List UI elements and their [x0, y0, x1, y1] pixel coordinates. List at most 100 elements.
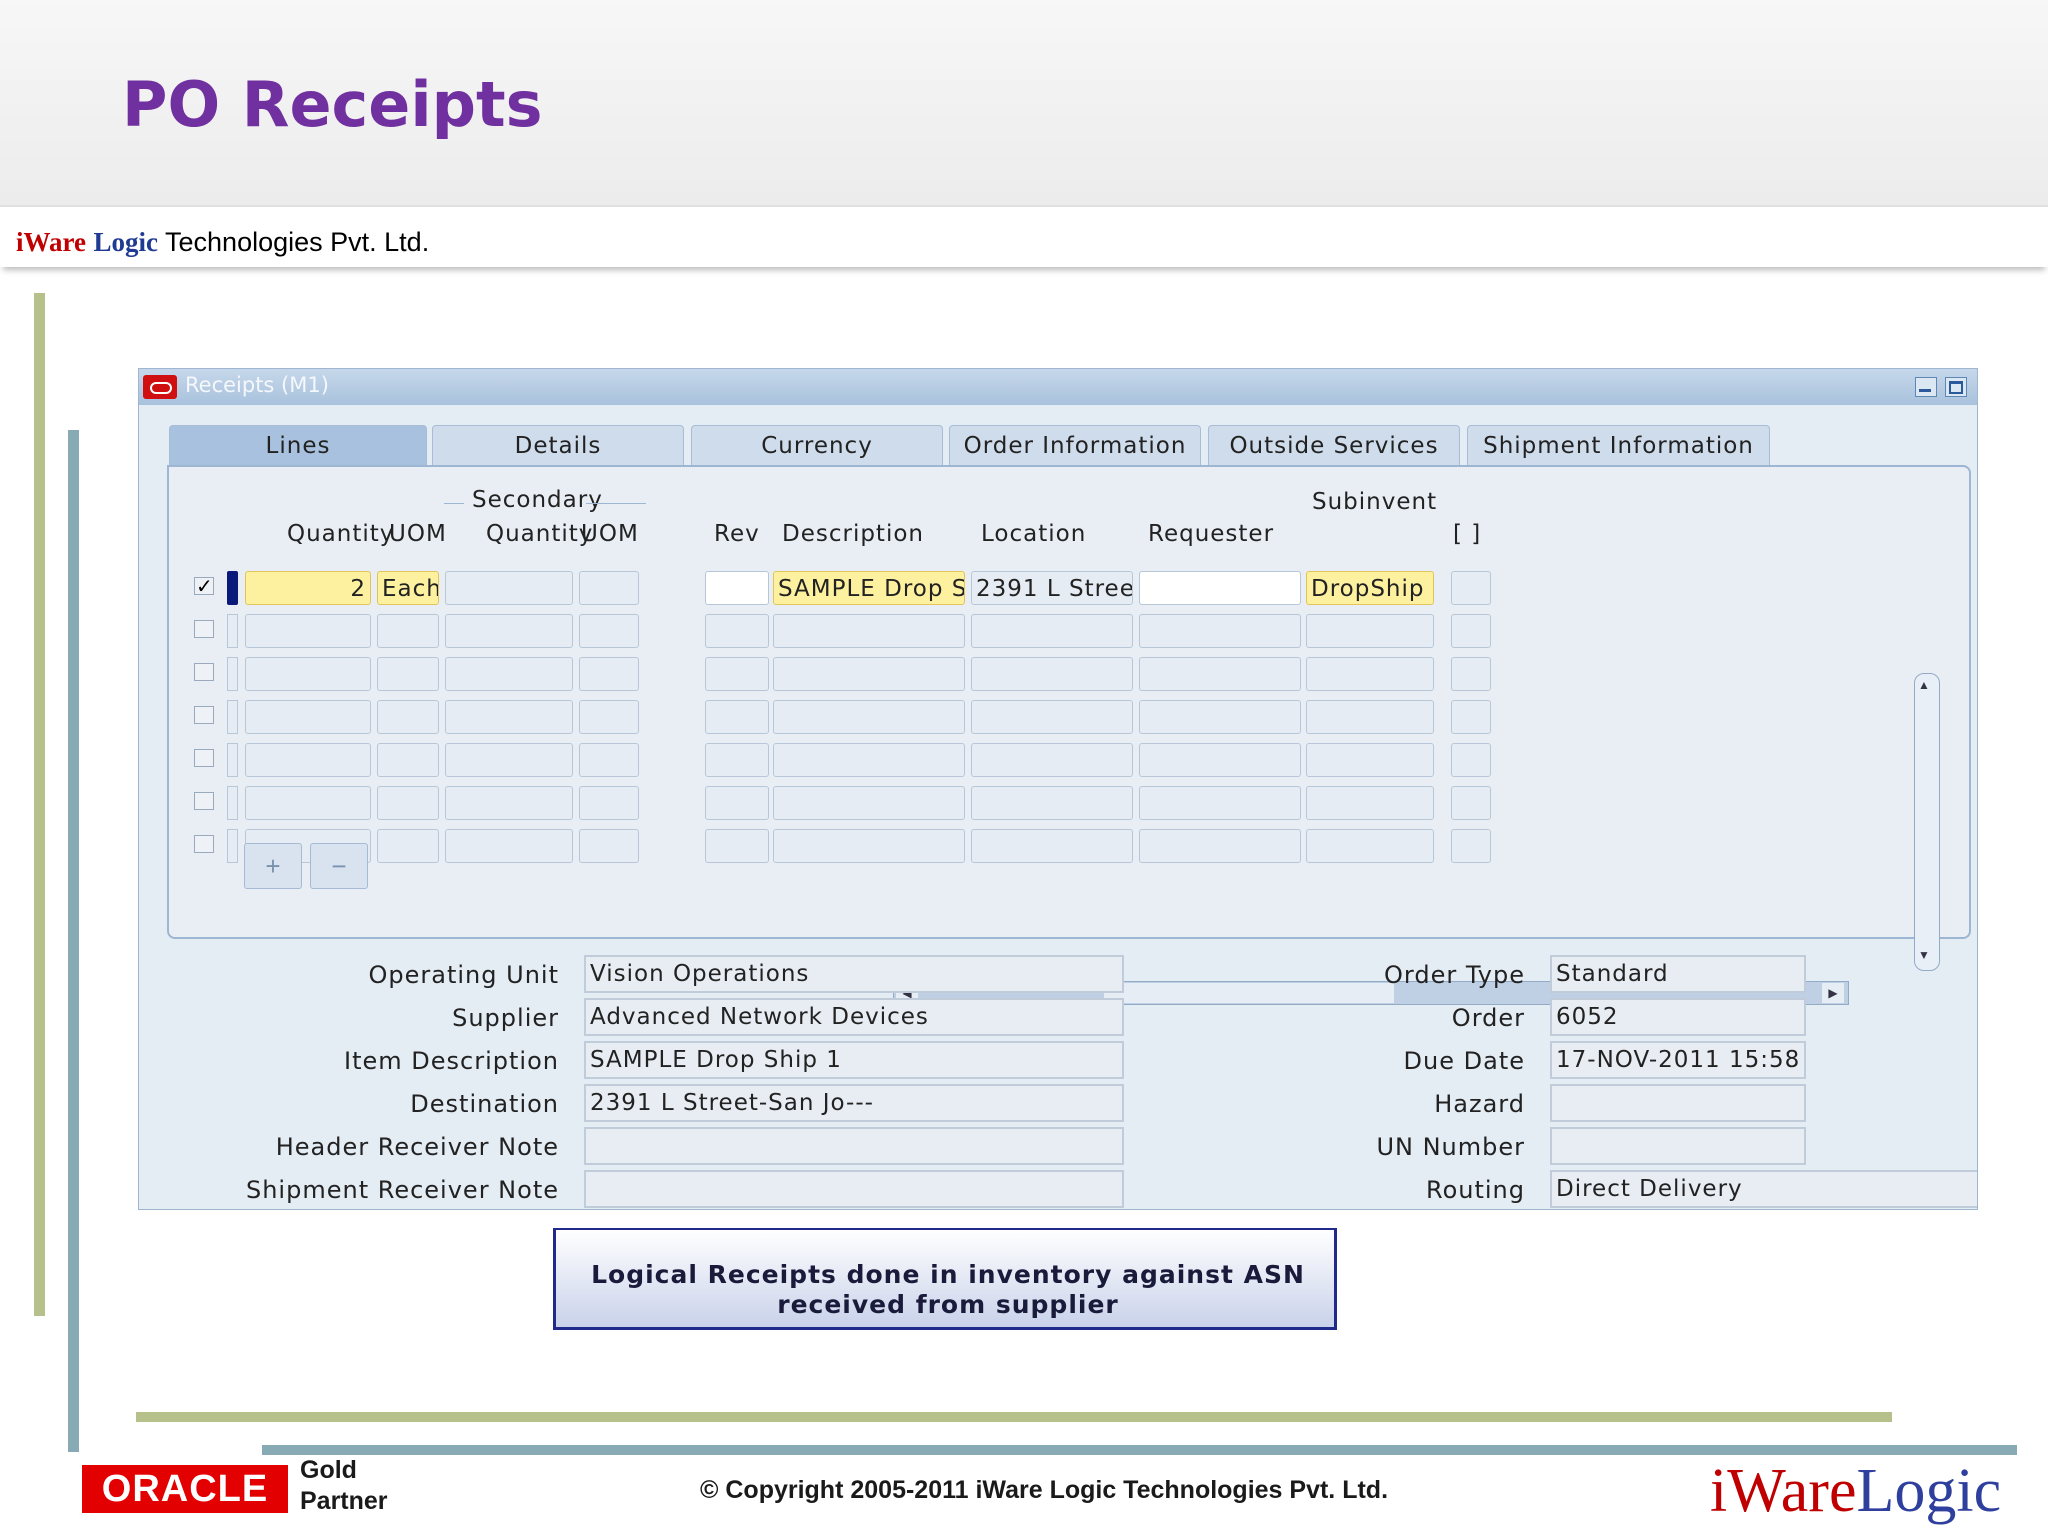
tab-currency[interactable]: Currency — [691, 425, 943, 466]
grid-cell[interactable] — [1451, 700, 1491, 734]
secondary-quantity-field[interactable] — [445, 571, 573, 605]
operating-unit-field[interactable]: Vision Operations — [584, 955, 1124, 993]
tab-details[interactable]: Details — [432, 425, 684, 466]
routing-field[interactable]: Direct Delivery — [1550, 1170, 1977, 1208]
description-field[interactable]: SAMPLE Drop Ship — [773, 571, 965, 605]
grid-cell[interactable] — [1451, 743, 1491, 777]
grid-cell[interactable] — [1139, 700, 1301, 734]
row-select-checkbox[interactable] — [194, 835, 214, 853]
add-row-button[interactable]: + — [244, 843, 302, 889]
grid-cell[interactable] — [245, 786, 371, 820]
grid-cell[interactable] — [1306, 614, 1434, 648]
header-receiver-note-field[interactable] — [584, 1127, 1124, 1165]
grid-cell[interactable] — [1139, 614, 1301, 648]
row-select-checkbox[interactable] — [194, 792, 214, 810]
grid-cell[interactable] — [445, 743, 573, 777]
location-field[interactable]: 2391 L Street-S — [971, 571, 1133, 605]
un-number-field[interactable] — [1550, 1127, 1806, 1165]
grid-cell[interactable] — [377, 786, 439, 820]
grid-cell[interactable] — [445, 700, 573, 734]
grid-cell[interactable] — [1139, 657, 1301, 691]
flex-field[interactable] — [1451, 571, 1491, 605]
grid-cell[interactable] — [705, 743, 769, 777]
grid-cell[interactable] — [971, 614, 1133, 648]
grid-cell[interactable] — [773, 786, 965, 820]
grid-cell[interactable] — [1139, 786, 1301, 820]
grid-cell[interactable] — [245, 743, 371, 777]
rev-field[interactable] — [705, 571, 769, 605]
tab-outside-services[interactable]: Outside Services — [1208, 425, 1460, 466]
vertical-scrollbar[interactable]: ▲ ▼ — [1914, 673, 1940, 971]
order-field[interactable]: 6052 — [1550, 998, 1806, 1036]
grid-cell[interactable] — [1306, 700, 1434, 734]
secondary-uom-field[interactable] — [579, 571, 639, 605]
grid-cell[interactable] — [1451, 829, 1491, 863]
shipment-receiver-note-field[interactable] — [584, 1170, 1124, 1208]
grid-cell[interactable] — [1306, 743, 1434, 777]
minimize-icon[interactable] — [1915, 377, 1937, 397]
row-select-checkbox[interactable] — [194, 620, 214, 638]
supplier-field[interactable]: Advanced Network Devices — [584, 998, 1124, 1036]
due-date-field[interactable]: 17-NOV-2011 15:58 — [1550, 1041, 1806, 1079]
row-select-checkbox[interactable] — [194, 574, 214, 599]
grid-cell[interactable] — [773, 700, 965, 734]
order-type-field[interactable]: Standard — [1550, 955, 1806, 993]
grid-cell[interactable] — [971, 657, 1133, 691]
grid-cell[interactable] — [971, 829, 1133, 863]
remove-row-button[interactable]: − — [310, 843, 368, 889]
requester-field[interactable] — [1139, 571, 1301, 605]
grid-cell[interactable] — [245, 657, 371, 691]
quantity-field[interactable]: 2 — [245, 571, 371, 605]
grid-cell[interactable] — [377, 657, 439, 691]
grid-cell[interactable] — [971, 786, 1133, 820]
grid-cell[interactable] — [445, 829, 573, 863]
scroll-down-icon[interactable]: ▼ — [1918, 948, 1930, 962]
tab-lines[interactable]: Lines — [169, 425, 427, 466]
scroll-up-icon[interactable]: ▲ — [1918, 678, 1930, 692]
grid-cell[interactable] — [773, 743, 965, 777]
grid-cell[interactable] — [971, 743, 1133, 777]
row-select-checkbox[interactable] — [194, 663, 214, 681]
grid-cell[interactable] — [377, 614, 439, 648]
grid-cell[interactable] — [377, 700, 439, 734]
hazard-field[interactable] — [1550, 1084, 1806, 1122]
grid-cell[interactable] — [445, 614, 573, 648]
grid-cell[interactable] — [579, 614, 639, 648]
tab-shipment-information[interactable]: Shipment Information — [1467, 425, 1770, 466]
grid-cell[interactable] — [579, 743, 639, 777]
grid-cell[interactable] — [773, 829, 965, 863]
row-select-checkbox[interactable] — [194, 706, 214, 724]
tab-order-information[interactable]: Order Information — [949, 425, 1201, 466]
grid-cell[interactable] — [705, 700, 769, 734]
grid-cell[interactable] — [445, 786, 573, 820]
uom-field[interactable]: Each — [377, 571, 439, 605]
grid-cell[interactable] — [705, 786, 769, 820]
grid-cell[interactable] — [1306, 829, 1434, 863]
row-select-checkbox[interactable] — [194, 749, 214, 767]
grid-cell[interactable] — [1306, 786, 1434, 820]
grid-cell[interactable] — [1451, 614, 1491, 648]
item-description-field[interactable]: SAMPLE Drop Ship 1 — [584, 1041, 1124, 1079]
grid-cell[interactable] — [1139, 829, 1301, 863]
grid-cell[interactable] — [773, 614, 965, 648]
grid-cell[interactable] — [445, 657, 573, 691]
grid-cell[interactable] — [705, 614, 769, 648]
scroll-right-icon[interactable]: ▶ — [1822, 983, 1844, 1003]
grid-cell[interactable] — [1139, 743, 1301, 777]
subinventory-field[interactable]: DropShip — [1306, 571, 1434, 605]
grid-cell[interactable] — [245, 614, 371, 648]
destination-field[interactable]: 2391 L Street-San Jo--- — [584, 1084, 1124, 1122]
grid-cell[interactable] — [705, 829, 769, 863]
grid-cell[interactable] — [377, 743, 439, 777]
grid-cell[interactable] — [579, 786, 639, 820]
grid-cell[interactable] — [1306, 657, 1434, 691]
grid-cell[interactable] — [579, 657, 639, 691]
grid-cell[interactable] — [705, 657, 769, 691]
grid-cell[interactable] — [579, 829, 639, 863]
grid-cell[interactable] — [1451, 786, 1491, 820]
grid-cell[interactable] — [773, 657, 965, 691]
grid-cell[interactable] — [377, 829, 439, 863]
grid-cell[interactable] — [971, 700, 1133, 734]
maximize-icon[interactable] — [1945, 377, 1967, 397]
grid-cell[interactable] — [245, 700, 371, 734]
